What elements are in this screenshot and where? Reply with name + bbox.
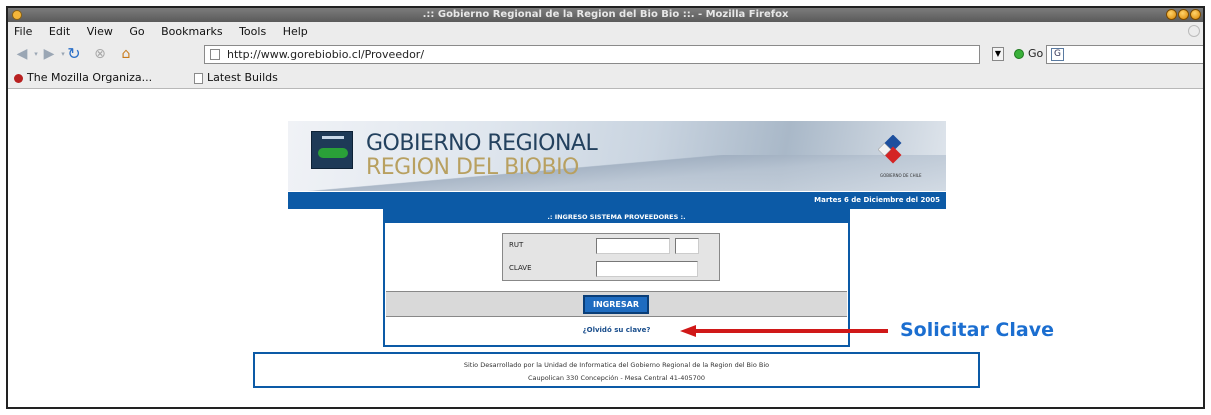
page-icon: [194, 72, 203, 84]
close-button[interactable]: [1190, 9, 1201, 20]
menu-help[interactable]: Help: [283, 22, 308, 41]
annotation-arrow: [680, 325, 888, 337]
url-bar[interactable]: http://www.gorebiobio.cl/Proveedor/: [204, 45, 980, 64]
page-content: GOBIERNO REGIONAL REGION DEL BIOBIO GOBI…: [8, 89, 1203, 407]
rut-input[interactable]: [596, 238, 670, 254]
stop-icon[interactable]: ⊗: [92, 46, 108, 62]
rut-dv-input[interactable]: [675, 238, 699, 254]
maximize-button[interactable]: [1178, 9, 1189, 20]
footer-line-1: Sitio Desarrollado por la Unidad de Info…: [463, 361, 770, 369]
menu-bar: File Edit View Go Bookmarks Tools Help: [8, 22, 1203, 41]
ingresar-button[interactable]: INGRESAR: [583, 295, 649, 314]
menu-view[interactable]: View: [87, 22, 113, 41]
banner-subtitle: REGION DEL BIOBIO: [366, 155, 579, 180]
login-action-bar: INGRESAR: [386, 291, 847, 317]
go-icon[interactable]: [1014, 49, 1024, 59]
site-footer: Sitio Desarrollado por la Unidad de Info…: [253, 352, 980, 388]
menu-tools[interactable]: Tools: [239, 22, 266, 41]
rut-label: RUT: [509, 241, 524, 249]
menu-go[interactable]: Go: [129, 22, 144, 41]
annotation-label: Solicitar Clave: [900, 319, 1054, 341]
search-engine-icon[interactable]: G: [1051, 48, 1064, 61]
window-controls: [1166, 9, 1201, 20]
home-icon[interactable]: ⌂: [118, 46, 134, 62]
bookmark-mozilla[interactable]: The Mozilla Organiza...: [14, 67, 152, 89]
menu-file[interactable]: File: [14, 22, 32, 41]
url-dropdown-button[interactable]: ▼: [992, 47, 1004, 61]
bookmark-latest-builds[interactable]: Latest Builds: [194, 67, 278, 89]
login-header: .: INGRESO SISTEMA PROVEEDORES :.: [385, 211, 848, 223]
mozilla-icon: [14, 73, 23, 83]
menu-bookmarks[interactable]: Bookmarks: [161, 22, 222, 41]
site-banner: GOBIERNO REGIONAL REGION DEL BIOBIO GOBI…: [288, 121, 946, 191]
go-button[interactable]: Go: [1028, 47, 1043, 61]
region-logo: [311, 131, 353, 169]
window-menu-icon[interactable]: [12, 10, 22, 20]
minimize-button[interactable]: [1166, 9, 1177, 20]
emblem-caption: GOBIERNO DE CHILE: [880, 173, 922, 178]
reload-icon[interactable]: ↻: [66, 46, 82, 62]
url-text: http://www.gorebiobio.cl/Proveedor/: [227, 48, 425, 61]
bookmark-label: Latest Builds: [207, 71, 278, 84]
banner-title: GOBIERNO REGIONAL: [366, 131, 598, 156]
bookmark-label: The Mozilla Organiza...: [27, 71, 153, 84]
footer-line-2: Caupolican 330 Concepción - Mesa Central…: [527, 374, 706, 382]
search-input[interactable]: G: [1046, 45, 1203, 64]
login-fields: RUT CLAVE: [502, 233, 720, 281]
window-title: .:: Gobierno Regional de la Region del B…: [422, 9, 789, 20]
navigation-toolbar: ◀ ▾ ▶ ▾ ↻ ⊗ ⌂ http://www.gorebiobio.cl/P…: [8, 41, 1203, 67]
date-bar: Martes 6 de Diciembre del 2005: [288, 192, 946, 209]
bookmarks-toolbar: The Mozilla Organiza... Latest Builds: [8, 67, 1203, 89]
title-bar: .:: Gobierno Regional de la Region del B…: [8, 8, 1203, 22]
throbber-icon: [1188, 25, 1200, 37]
page-icon: [210, 49, 220, 60]
menu-edit[interactable]: Edit: [49, 22, 70, 41]
clave-label: CLAVE: [509, 264, 532, 272]
chile-emblem-icon: [878, 135, 902, 164]
clave-input[interactable]: [596, 261, 698, 277]
browser-window: .:: Gobierno Regional de la Region del B…: [6, 6, 1205, 409]
